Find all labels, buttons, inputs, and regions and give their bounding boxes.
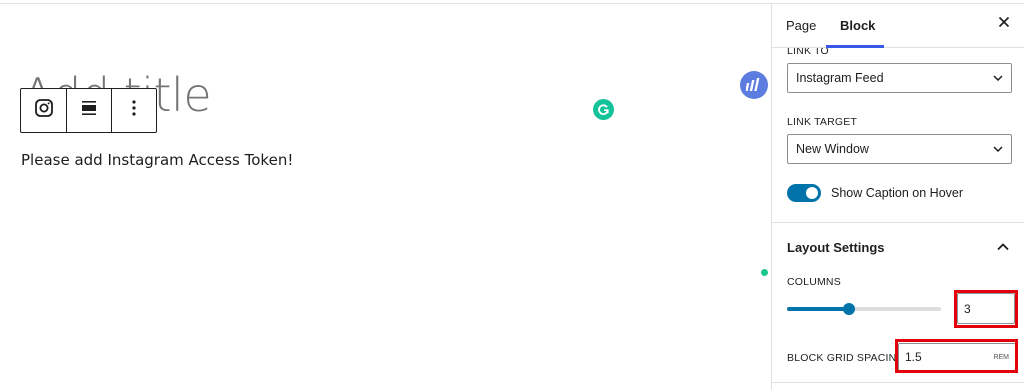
- editor-canvas: Add title: [0, 4, 771, 390]
- link-target-select[interactable]: New Window: [787, 134, 1012, 164]
- close-icon: [998, 15, 1010, 33]
- grid-spacing-label: BLOCK GRID SPACING: [787, 352, 905, 364]
- caption-toggle-row: Show Caption on Hover: [787, 184, 963, 202]
- grammarly-icon[interactable]: [593, 99, 614, 120]
- grid-spacing-unit[interactable]: REM: [993, 354, 1009, 361]
- bottom-divider: [772, 382, 1024, 383]
- tab-page[interactable]: Page: [786, 18, 816, 33]
- toggle-knob: [806, 187, 818, 199]
- grid-spacing-value: 1.5: [905, 350, 922, 364]
- active-tab-indicator: [826, 45, 884, 48]
- status-dot: [761, 269, 768, 276]
- chevron-down-icon: [993, 72, 1003, 84]
- link-target-value: New Window: [796, 142, 869, 156]
- settings-sidebar: Page Block LINK TO Instagram Feed LINK T…: [771, 4, 1024, 390]
- sidebar-tabs: Page Block: [772, 4, 1024, 48]
- link-target-label: LINK TARGET: [787, 116, 858, 128]
- link-to-value: Instagram Feed: [796, 71, 884, 85]
- columns-value: 3: [964, 301, 971, 316]
- layout-settings-title[interactable]: Layout Settings: [787, 240, 885, 255]
- chevron-up-icon[interactable]: [996, 240, 1010, 254]
- caption-toggle[interactable]: [787, 184, 821, 202]
- slider-thumb[interactable]: [842, 303, 855, 315]
- chevron-down-icon: [993, 143, 1003, 155]
- grid-spacing-input[interactable]: 1.5 REM: [898, 343, 1016, 371]
- columns-input[interactable]: 3: [957, 293, 1015, 324]
- caption-toggle-label: Show Caption on Hover: [831, 186, 964, 200]
- more-options-icon: [131, 99, 137, 122]
- more-options-button[interactable]: [111, 89, 156, 132]
- panel-divider: [772, 222, 1024, 223]
- align-button[interactable]: [66, 89, 111, 132]
- tab-block[interactable]: Block: [840, 18, 875, 33]
- block-toolbar: [20, 88, 157, 133]
- align-icon: [80, 99, 98, 122]
- columns-slider[interactable]: [787, 303, 941, 315]
- monsterinsights-icon[interactable]: [740, 71, 768, 99]
- close-sidebar-button[interactable]: [994, 14, 1014, 34]
- slider-fill: [787, 307, 849, 311]
- columns-label: COLUMNS: [787, 276, 841, 288]
- access-token-notice: Please add Instagram Access Token!: [21, 151, 294, 169]
- link-to-label: LINK TO: [787, 48, 829, 57]
- instagram-icon: [34, 98, 54, 123]
- link-to-select[interactable]: Instagram Feed: [787, 63, 1012, 93]
- block-type-button[interactable]: [21, 89, 66, 132]
